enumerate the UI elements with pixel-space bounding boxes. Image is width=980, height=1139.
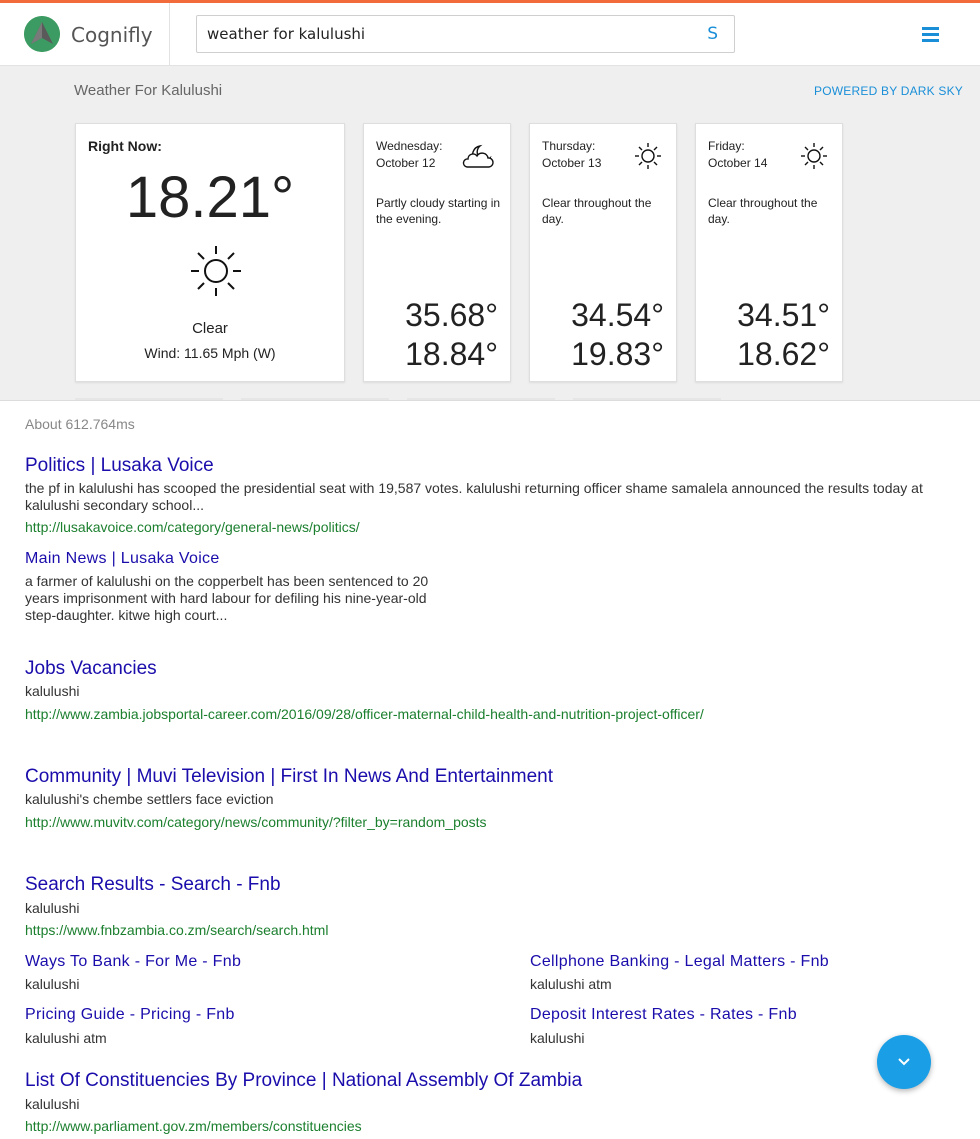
- hidden-card-edge: [241, 398, 389, 400]
- forecast-low: 18.84°: [405, 336, 498, 372]
- result-title[interactable]: Search Results - Search - Fnb: [25, 874, 281, 896]
- sun-icon: [189, 244, 243, 303]
- search-button[interactable]: S: [707, 24, 718, 44]
- sitelink-title[interactable]: Deposit Interest Rates - Rates - Fnb: [530, 1006, 797, 1024]
- forecast-card: Friday: October 14 Clear throughout the d…: [695, 123, 843, 382]
- forecast-low: 19.83°: [571, 336, 664, 372]
- result-title[interactable]: Main News | Lusaka Voice: [25, 550, 220, 568]
- forecast-day: Thursday: October 13: [542, 139, 602, 170]
- forecast-summary: Clear throughout the day.: [542, 196, 652, 226]
- header: Cognifly S: [0, 3, 980, 66]
- hidden-card-edge: [75, 398, 223, 400]
- forecast-summary: Clear throughout the day.: [708, 196, 818, 226]
- result-snippet: kalulushi: [25, 900, 80, 916]
- powered-by-link[interactable]: POWERED BY DARK SKY: [814, 84, 963, 98]
- result-title[interactable]: Politics | Lusaka Voice: [25, 455, 214, 477]
- result-title[interactable]: List Of Constituencies By Province | Nat…: [25, 1070, 582, 1092]
- result-title[interactable]: Jobs Vacancies: [25, 658, 157, 680]
- current-condition: Clear: [192, 320, 228, 337]
- result-snippet: kalulushi: [25, 1096, 80, 1112]
- forecast-day: Wednesday: October 12: [376, 139, 443, 170]
- hamburger-menu-icon[interactable]: [922, 27, 939, 43]
- sitelink-snippet: kalulushi atm: [530, 976, 612, 992]
- header-divider: [169, 3, 170, 66]
- forecast-low: 18.62°: [737, 336, 830, 372]
- current-weather-card: Right Now: 18.21° Clear Wind: 11.65 Mph …: [75, 123, 345, 382]
- sitelink-snippet: kalulushi atm: [25, 1030, 107, 1046]
- forecast-high: 35.68°: [405, 297, 498, 333]
- cognifly-logo-icon[interactable]: [24, 16, 60, 52]
- chevron-down-icon: [898, 1058, 910, 1066]
- current-wind: Wind: 11.65 Mph (W): [144, 345, 276, 361]
- sitelink-snippet: kalulushi: [530, 1030, 585, 1046]
- sun-icon: [800, 142, 828, 175]
- result-url[interactable]: http://www.muvitv.com/category/news/comm…: [25, 814, 487, 830]
- result-url[interactable]: https://www.fnbzambia.co.zm/search/searc…: [25, 922, 328, 938]
- right-now-label: Right Now:: [88, 138, 162, 154]
- forecast-card: Thursday: October 13 Clear throughout the…: [529, 123, 677, 382]
- result-snippet: kalulushi: [25, 683, 80, 699]
- weather-panel: Weather For Kalulushi POWERED BY DARK SK…: [0, 66, 980, 401]
- partly-cloudy-night-icon: [462, 142, 496, 175]
- sitelink-title[interactable]: Ways To Bank - For Me - Fnb: [25, 953, 241, 971]
- hidden-card-edge: [573, 398, 721, 400]
- forecast-card: Wednesday: October 12 Partly cloudy start…: [363, 123, 511, 382]
- forecast-summary: Partly cloudy starting in the evening.: [376, 196, 501, 226]
- brand-name[interactable]: Cognifly: [71, 23, 153, 47]
- result-url[interactable]: http://lusakavoice.com/category/general-…: [25, 519, 360, 535]
- result-snippet: the pf in kalulushi has scooped the pres…: [25, 480, 923, 513]
- sitelink-title[interactable]: Pricing Guide - Pricing - Fnb: [25, 1006, 235, 1024]
- sun-icon: [634, 142, 662, 175]
- forecast-high: 34.54°: [571, 297, 664, 333]
- search-input[interactable]: [207, 25, 687, 43]
- result-timing: About 612.764ms: [25, 416, 135, 432]
- hidden-card-edge: [407, 398, 555, 400]
- sitelink-title[interactable]: Cellphone Banking - Legal Matters - Fnb: [530, 953, 829, 971]
- search-box: S: [196, 15, 735, 53]
- scroll-down-button[interactable]: [877, 1035, 931, 1089]
- result-snippet: a farmer of kalulushi on the copperbelt …: [25, 573, 429, 623]
- result-title[interactable]: Community | Muvi Television | First In N…: [25, 766, 553, 788]
- current-temperature: 18.21°: [125, 165, 295, 230]
- result-snippet: kalulushi's chembe settlers face evictio…: [25, 791, 274, 807]
- forecast-day: Friday: October 14: [708, 139, 768, 170]
- sitelink-snippet: kalulushi: [25, 976, 80, 992]
- result-url[interactable]: http://www.zambia.jobsportal-career.com/…: [25, 706, 704, 722]
- weather-title: Weather For Kalulushi: [74, 82, 223, 99]
- forecast-high: 34.51°: [737, 297, 830, 333]
- result-url[interactable]: http://www.parliament.gov.zm/members/con…: [25, 1118, 362, 1134]
